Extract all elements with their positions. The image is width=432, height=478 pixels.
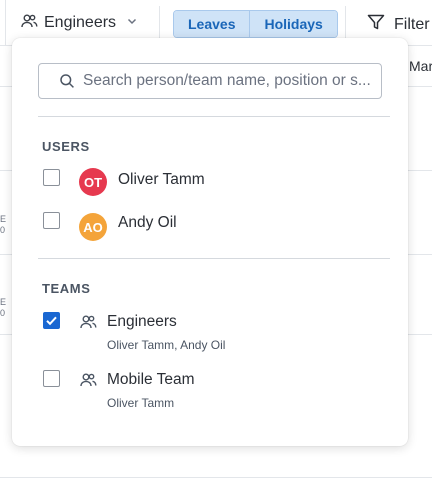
team-filter-label: Engineers [44,14,117,31]
user-option-oliver-tamm[interactable]: OT Oliver Tamm [12,162,408,202]
column-header-fragment: Mar [409,58,432,74]
people-icon [20,12,38,35]
section-divider [38,116,390,117]
teams-section-title: TEAMS [42,281,91,296]
team-checkbox[interactable] [43,370,60,387]
avatar: AO [79,213,107,241]
people-icon [79,371,97,394]
team-members: Oliver Tamm [107,396,175,410]
user-name: Andy Oil [118,214,177,231]
user-checkbox[interactable] [43,169,60,186]
user-checkbox[interactable] [43,212,60,229]
search-box [38,63,382,99]
users-section-title: USERS [42,139,90,154]
filter-button[interactable]: Filter [366,12,430,37]
team-name: Engineers [107,313,177,330]
user-name: Oliver Tamm [118,171,205,188]
user-option-andy-oil[interactable]: AO Andy Oil [12,206,408,246]
team-option-engineers[interactable]: Engineers Oliver Tamm, Andy Oil [12,306,408,354]
team-filter-panel: USERS OT Oliver Tamm AO Andy Oil TEAMS [12,38,408,446]
team-checkbox[interactable] [43,312,60,329]
avatar-initials: AO [83,219,103,235]
team-name: Mobile Team [107,371,195,388]
holidays-toggle-button[interactable]: Holidays [249,11,337,37]
funnel-icon [366,12,386,37]
avatar: OT [79,168,107,196]
team-filter-dropdown[interactable]: Engineers [20,10,138,36]
leaves-toggle-button[interactable]: Leaves [174,11,250,37]
search-input[interactable] [83,64,375,98]
row-label-fragment: E 0 [0,214,7,235]
search-icon [59,73,75,94]
event-type-toggle: Leaves Holidays [173,10,338,38]
toolbar-left-stub [0,0,6,46]
chevron-down-icon [126,14,138,32]
section-divider [38,258,390,259]
team-members: Oliver Tamm, Andy Oil [107,338,226,352]
people-icon [79,313,97,336]
row-label-fragment: E 0 [0,297,7,318]
toolbar-separator [159,6,160,40]
filter-label: Filter [394,15,430,33]
team-option-mobile-team[interactable]: Mobile Team Oliver Tamm [12,364,408,412]
toolbar-separator [345,6,346,40]
avatar-initials: OT [83,174,103,190]
